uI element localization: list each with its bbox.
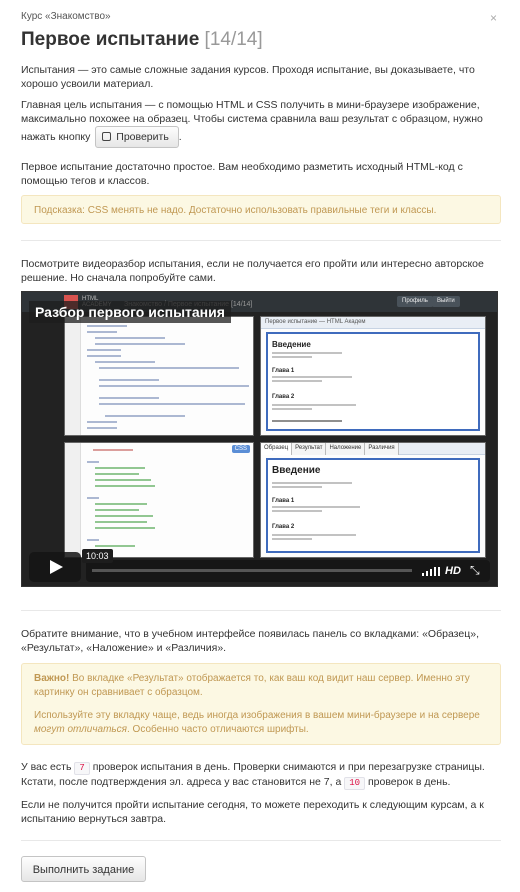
check-button[interactable]: Проверить	[95, 126, 179, 148]
preview-chapter-2: Глава 2	[272, 394, 295, 400]
video-player[interactable]: HTML ACADEMY Знакомство / Первое испытан…	[21, 291, 498, 587]
tab-diff: Различия	[365, 443, 399, 455]
checks-paragraph: У вас есть 7 проверок испытания в день. …	[21, 760, 493, 790]
warning-paragraph-2: Используйте эту вкладку чаще, ведь иногд…	[34, 709, 488, 737]
check-icon	[102, 132, 112, 141]
title-text: Первое испытание	[21, 29, 200, 50]
video-progress-track[interactable]	[92, 569, 412, 572]
video-browser-title: Первое испытание — HTML Академ	[265, 319, 366, 325]
warning-text-2a: Используйте эту вкладку чаще, ведь иногд…	[34, 710, 480, 721]
video-app-exit-button: Выйти	[432, 296, 460, 307]
intro-paragraph-2-end: .	[178, 130, 182, 143]
result-heading: Введение	[272, 465, 321, 476]
video-app-profile-button: Профиль	[397, 296, 433, 307]
checks-text-3: проверок в день.	[367, 776, 451, 788]
warning-text-2b: . Особенно часто отличаются шрифты.	[127, 724, 309, 735]
preview-heading: Введение	[272, 340, 311, 349]
checks-confirmed: 10	[344, 777, 366, 790]
tab-sample: Образец	[261, 443, 293, 455]
video-title: Разбор первого испытания	[29, 301, 231, 323]
warning-text-1: Во вкладке «Результат» отображается то, …	[34, 673, 470, 698]
final-paragraph: Если не получится пройти испытание сегод…	[21, 799, 484, 825]
intro-paragraph-2-text: Главная цель испытания — с помощью HTML …	[21, 99, 483, 143]
divider	[21, 610, 501, 611]
fullscreen-icon[interactable]: ⤡	[470, 563, 480, 577]
divider	[21, 840, 501, 841]
course-title[interactable]: Курс «Знакомство»	[21, 10, 111, 24]
css-tab-label: CSS	[231, 445, 250, 453]
checks-text-1: У вас есть	[21, 761, 72, 773]
video-duration: 10:03	[82, 549, 113, 563]
submit-task-button[interactable]: Выполнить задание	[21, 856, 146, 882]
tab-result: Результат	[292, 443, 327, 455]
intro-paragraph-3: Первое испытание достаточно простое. Вам…	[21, 161, 463, 187]
checks-per-day: 7	[74, 762, 90, 775]
warning-paragraph-1: Важно! Во вкладке «Результат» отображает…	[34, 672, 488, 700]
tabs-notice: Обратите внимание, что в учебном интерфе…	[21, 628, 479, 654]
video-control-bar[interactable]: HD ⤡	[86, 560, 490, 582]
close-icon[interactable]: ×	[490, 11, 497, 25]
hd-toggle[interactable]: HD	[445, 564, 461, 578]
hint-alert: Подсказка: CSS менять не надо. Достаточн…	[21, 195, 501, 224]
warning-alert: Важно! Во вкладке «Результат» отображает…	[21, 663, 501, 745]
volume-icon[interactable]	[422, 567, 440, 576]
warning-emphasis: могут отличаться	[34, 724, 127, 735]
result-chapter-2: Глава 2	[272, 524, 295, 530]
video-html-editor	[64, 316, 254, 436]
divider	[21, 240, 501, 241]
tab-overlay: Наложение	[326, 443, 366, 455]
intro-paragraph-2: Главная цель испытания — с помощью HTML …	[21, 98, 493, 148]
check-button-label: Проверить	[116, 131, 169, 143]
play-button[interactable]	[29, 552, 81, 582]
video-intro: Посмотрите видеоразбор испытания, если н…	[21, 258, 484, 284]
video-browser-preview: Первое испытание — HTML Академ Введение …	[260, 316, 486, 436]
intro-paragraph-1: Испытания — это самые сложные задания ку…	[21, 64, 475, 90]
warning-strong: Важно!	[34, 673, 70, 684]
line-numbers	[65, 317, 81, 435]
video-css-editor: CSS	[64, 442, 254, 558]
page-title: Первое испытание [14/14]	[21, 28, 263, 52]
lesson-counter: [14/14]	[204, 29, 263, 50]
video-result-panel: Образец Результат Наложение Различия Вве…	[260, 442, 486, 558]
